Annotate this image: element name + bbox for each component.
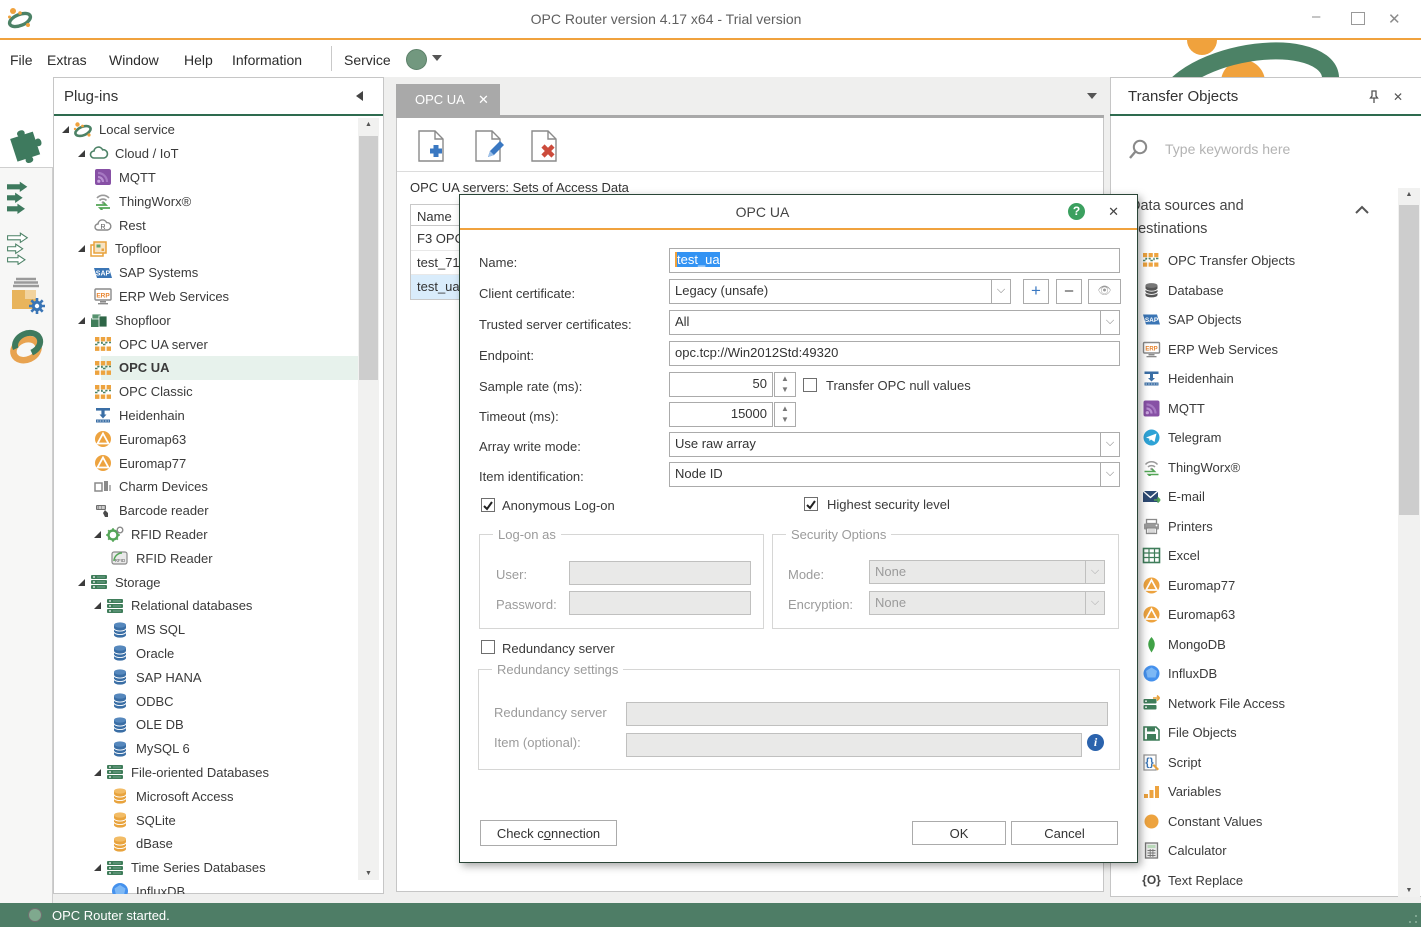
svg-text:RFID: RFID [115,558,126,563]
svg-text:ERP: ERP [96,293,110,300]
svg-text:SAP: SAP [1145,317,1159,324]
svg-text:{}: {} [1145,756,1154,768]
svg-text:R: R [100,224,105,231]
svg-text:SAP: SAP [96,270,111,277]
svg-text:ERP: ERP [1145,346,1157,352]
